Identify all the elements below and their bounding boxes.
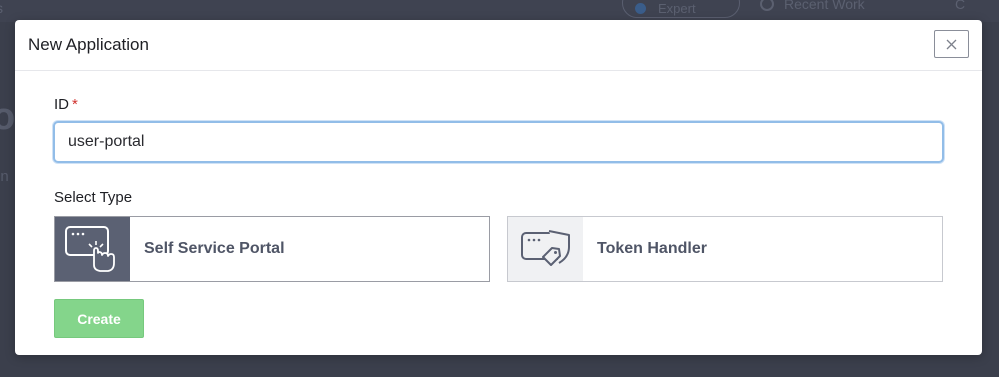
close-button[interactable] xyxy=(934,30,969,58)
type-card-token-handler[interactable]: Token Handler xyxy=(507,216,943,282)
id-field-label: ID * xyxy=(54,96,78,113)
token-handler-icon xyxy=(508,217,583,281)
dialog-title: New Application xyxy=(28,35,149,54)
create-button[interactable]: Create xyxy=(54,299,144,338)
background-recent-work: Recent Work xyxy=(760,0,865,12)
background-text-fragment: on xyxy=(0,168,9,185)
portal-pointer-icon xyxy=(55,217,130,281)
background-mode-pill: Expert xyxy=(622,0,740,18)
recent-work-label: Recent Work xyxy=(784,0,865,12)
id-label-text: ID xyxy=(54,96,69,113)
new-application-dialog: New Application ID* Select Type Self Ser… xyxy=(15,20,982,355)
type-name-token-handler: Token Handler xyxy=(597,240,707,257)
mode-pill-label: Expert xyxy=(658,0,696,16)
id-input[interactable] xyxy=(53,121,944,163)
select-type-label: Select Type xyxy=(54,189,133,206)
required-indicator: * xyxy=(72,96,78,113)
type-card-self-service-portal[interactable]: Self Service Portal xyxy=(54,216,490,282)
background-heading-fragment: o xyxy=(0,96,16,138)
mode-dot-icon xyxy=(635,2,646,14)
background-nav-text: s xyxy=(0,0,3,16)
type-name-self-service-portal: Self Service Portal xyxy=(144,240,285,257)
recent-work-icon xyxy=(760,0,774,11)
dialog-header: New Application xyxy=(15,20,982,71)
close-icon xyxy=(946,39,957,49)
background-end-text: C xyxy=(955,0,966,12)
